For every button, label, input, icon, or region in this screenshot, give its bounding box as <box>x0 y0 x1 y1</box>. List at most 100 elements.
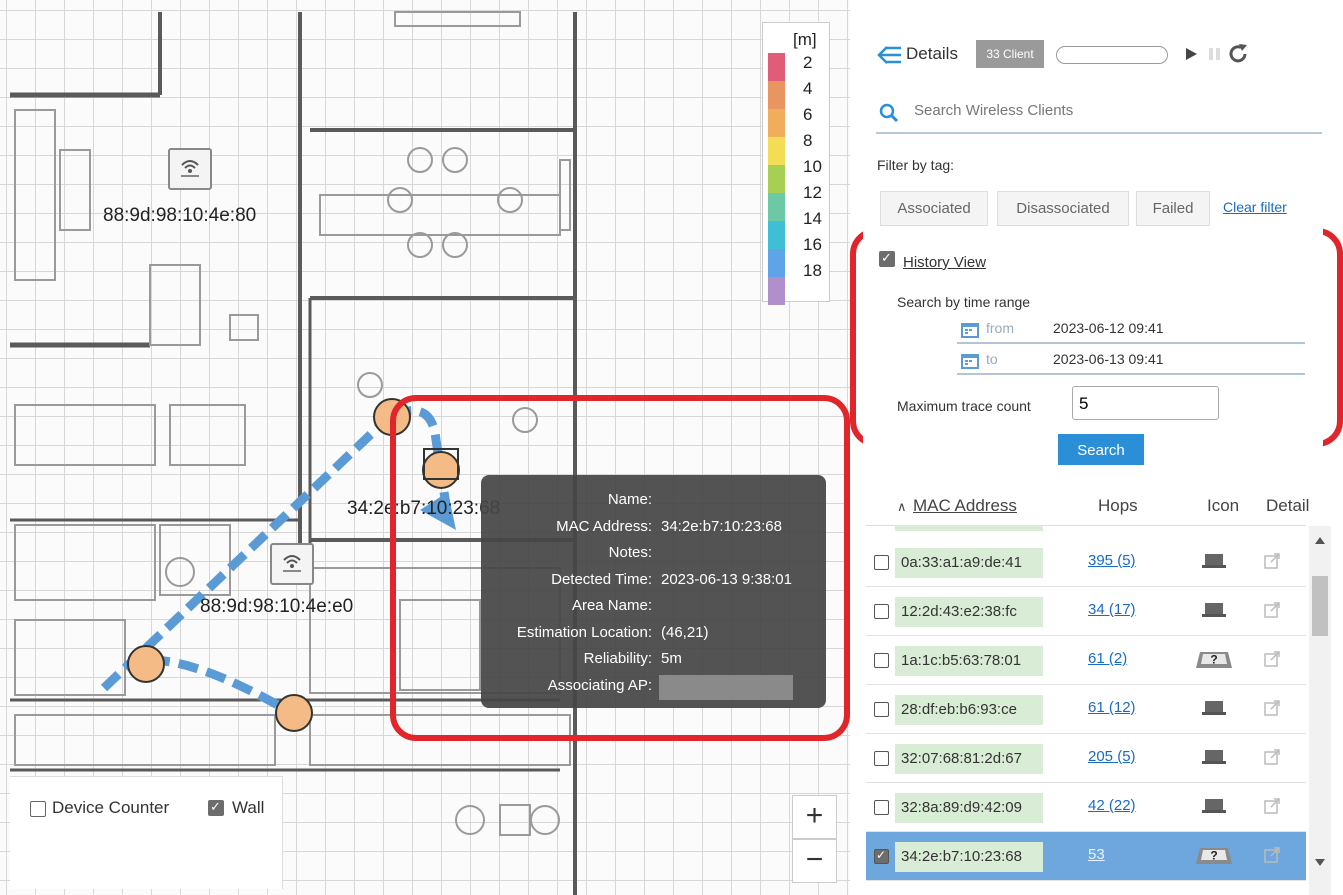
mac-address-cell: 32:8a:89:d9:42:09 <box>895 793 1043 823</box>
client-search[interactable]: Search Wireless Clients <box>876 94 1322 134</box>
scroll-down-icon[interactable] <box>1315 859 1325 867</box>
tag-failed[interactable]: Failed <box>1136 191 1210 226</box>
table-row[interactable]: 32:07:68:81:2d:67 205 (5) <box>866 734 1306 783</box>
clear-filter-link[interactable]: Clear filter <box>1223 199 1287 215</box>
wifi-ap-icon[interactable] <box>168 148 212 190</box>
hops-link[interactable]: 34 (17) <box>1088 601 1136 618</box>
table-scrollbar[interactable] <box>1309 526 1331 895</box>
device-counter-label: Device Counter <box>52 798 170 817</box>
tooltip-key: Name: <box>607 491 652 508</box>
detail-column-header: Detail <box>1266 496 1310 515</box>
pause-icon[interactable] <box>1206 44 1222 64</box>
search-input[interactable]: Search Wireless Clients <box>914 102 1073 119</box>
ap-label: 88:9d:98:10:4e:80 <box>103 205 257 226</box>
row-checkbox[interactable] <box>874 848 889 864</box>
svg-text:?: ? <box>1210 849 1217 863</box>
mac-address-cell: 28:df:eb:b6:93:ce <box>895 695 1043 725</box>
distance-legend: [m] 2 4 6 8 10 12 14 16 18 <box>762 22 830 305</box>
wifi-ap-icon[interactable] <box>270 543 314 585</box>
row-checkbox[interactable] <box>874 555 889 570</box>
laptop-icon <box>1202 601 1226 624</box>
max-trace-label: Maximum trace count <box>897 398 1031 414</box>
sort-indicator[interactable]: ∧ <box>897 499 907 515</box>
tag-disassociated[interactable]: Disassociated <box>997 191 1129 226</box>
device-counter-checkbox[interactable] <box>30 801 46 817</box>
refresh-icon[interactable] <box>1226 42 1250 66</box>
floor-map[interactable]: 88:9d:98:10:4e:80 88:9d:98:10:4e:e0 34:2… <box>0 0 850 895</box>
tooltip-row: Detected Time: 2023-06-13 9:38:01 <box>481 571 826 593</box>
collapse-panel-icon[interactable] <box>877 44 903 66</box>
from-label: from <box>986 320 1014 336</box>
wall-checkbox[interactable] <box>208 799 224 816</box>
to-date-field[interactable]: to 2023-06-13 09:41 <box>957 347 1305 375</box>
zoom-out-button[interactable]: − <box>792 839 837 883</box>
row-checkbox[interactable] <box>874 702 889 717</box>
scroll-up-icon[interactable] <box>1315 536 1325 544</box>
zoom-in-button[interactable]: + <box>792 795 837 839</box>
filter-label: Filter by tag: <box>877 157 955 173</box>
tooltip-row: Name: <box>481 491 826 513</box>
table-row[interactable]: 34:2e:b7:10:23:68 53? <box>866 832 1306 881</box>
scrollbar-thumb[interactable] <box>1312 576 1328 636</box>
to-label: to <box>986 351 998 367</box>
row-checkbox[interactable] <box>874 800 889 815</box>
table-row[interactable]: 12:2d:43:e2:38:fc 34 (17) <box>866 587 1306 636</box>
from-value: 2023-06-12 09:41 <box>1053 320 1164 336</box>
legend-value: 12 <box>803 183 822 202</box>
hops-link[interactable]: 42 (22) <box>1088 797 1136 814</box>
laptop-icon <box>1202 748 1226 771</box>
playback-slider[interactable] <box>1056 46 1168 64</box>
table-row[interactable]: 32:8a:89:d9:42:09 42 (22) <box>866 783 1306 832</box>
tooltip-row: Reliability: 5m <box>481 650 826 672</box>
search-icon <box>879 103 899 123</box>
tag-associated[interactable]: Associated <box>880 191 988 226</box>
legend-swatch <box>768 277 785 305</box>
map-layer-controls: Device Counter Wall <box>10 776 283 889</box>
open-detail-icon[interactable] <box>1264 749 1280 770</box>
hops-link[interactable]: 395 (5) <box>1088 552 1136 569</box>
legend-swatch <box>768 81 785 109</box>
hops-link[interactable]: 53 <box>1088 846 1105 863</box>
mac-column-header[interactable]: MAC Address <box>913 496 1017 516</box>
row-checkbox[interactable] <box>874 653 889 668</box>
play-icon[interactable] <box>1183 44 1199 64</box>
hops-column-header: Hops <box>1098 496 1138 515</box>
hops-link[interactable]: 61 (2) <box>1088 650 1127 667</box>
table-row[interactable]: 0a:33:a1:a9:de:41 395 (5) <box>866 538 1306 587</box>
legend-swatch <box>768 137 785 165</box>
open-detail-icon[interactable] <box>1264 847 1280 868</box>
tooltip-value: 5m <box>661 650 682 667</box>
floor-plan <box>10 11 577 895</box>
open-detail-icon[interactable] <box>1264 553 1280 574</box>
calendar-icon <box>961 354 979 369</box>
client-count-badge: 33 Client <box>976 40 1044 68</box>
row-checkbox[interactable] <box>874 604 889 619</box>
calendar-icon <box>961 323 979 338</box>
unknown-device-icon: ? <box>1196 650 1232 675</box>
history-view-checkbox[interactable] <box>879 250 895 267</box>
hops-link[interactable]: 205 (5) <box>1088 748 1136 765</box>
open-detail-icon[interactable] <box>1264 602 1280 623</box>
hops-link[interactable]: 61 (12) <box>1088 699 1136 716</box>
from-date-field[interactable]: from 2023-06-12 09:41 <box>957 316 1305 344</box>
history-search-button[interactable]: Search <box>1058 434 1144 465</box>
ap-label: 88:9d:98:10:4e:e0 <box>200 596 354 617</box>
tooltip-row: MAC Address: 34:2e:b7:10:23:68 <box>481 518 826 540</box>
max-trace-input[interactable]: 5 <box>1072 386 1219 420</box>
tooltip-row: Estimation Location: (46,21) <box>481 624 826 646</box>
table-row[interactable]: 28:df:eb:b6:93:ce 61 (12) <box>866 685 1306 734</box>
tooltip-key: Detected Time: <box>551 570 652 588</box>
legend-value: 18 <box>803 261 822 280</box>
open-detail-icon[interactable] <box>1264 651 1280 672</box>
row-checkbox[interactable] <box>874 751 889 766</box>
tooltip-key: Area Name: <box>571 597 652 614</box>
legend-value: 8 <box>803 131 813 150</box>
table-row[interactable]: 1a:1c:b5:63:78:01 61 (2)? <box>866 636 1306 685</box>
legend-value: 14 <box>803 209 822 228</box>
open-detail-icon[interactable] <box>1264 798 1280 819</box>
tooltip-key: Associating AP: <box>547 676 652 694</box>
legend-value: 6 <box>803 105 813 124</box>
open-detail-icon[interactable] <box>1264 700 1280 721</box>
legend-value: 10 <box>803 157 822 176</box>
tooltip-value: 34:2e:b7:10:23:68 <box>661 517 782 535</box>
